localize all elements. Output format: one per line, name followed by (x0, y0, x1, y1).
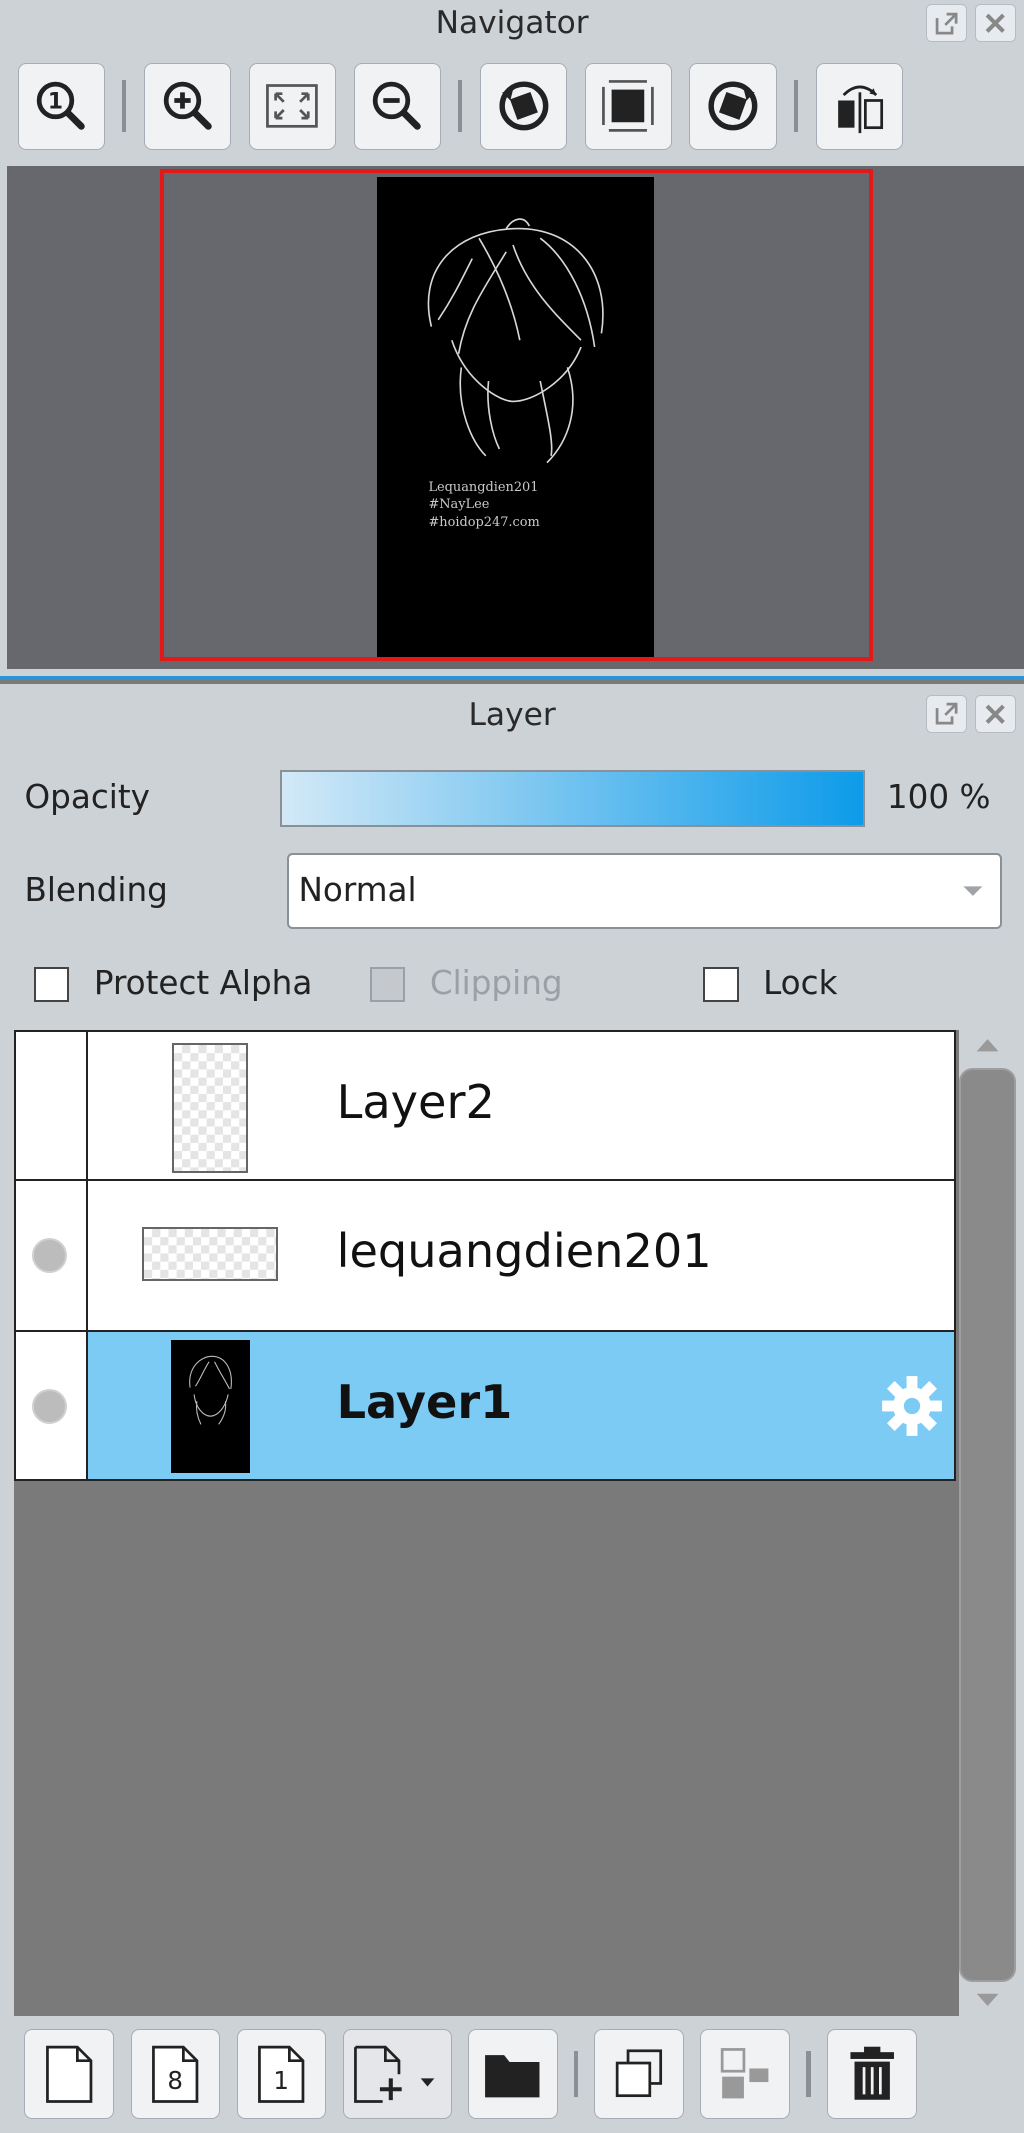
navigator-toolbar: 1 (0, 49, 921, 150)
opacity-label: Opacity (24, 778, 150, 817)
layer-list: Layer2 lequangdien201 Layer1 (13, 1029, 957, 1482)
new-folder-icon[interactable] (467, 2029, 558, 2120)
layer-scrollbar[interactable] (958, 1030, 1017, 2016)
rotate-left-icon[interactable] (480, 62, 568, 150)
layer-title: Layer (468, 697, 556, 734)
close-icon[interactable] (975, 4, 1017, 43)
toolbar-separator (573, 2051, 578, 2098)
fit-window-icon[interactable] (248, 62, 336, 150)
blending-label: Blending (24, 870, 168, 909)
visibility-toggle[interactable] (15, 1331, 88, 1480)
protect-alpha-label: Protect Alpha (93, 964, 313, 1003)
scroll-down-icon[interactable] (974, 1991, 1001, 2010)
toolbar-separator (794, 80, 799, 132)
zoom-in-icon[interactable] (144, 62, 232, 150)
opacity-slider[interactable] (280, 769, 866, 827)
navigator-preview[interactable]: Lequangdien201 #NayLee #hoidop247.com (6, 165, 1024, 670)
close-icon[interactable] (975, 695, 1017, 734)
lock-label: Lock (763, 964, 838, 1003)
layer-row-layer2[interactable]: Layer2 (13, 1029, 957, 1181)
eye-icon (31, 1237, 68, 1274)
svg-text:8: 8 (168, 2066, 184, 2095)
layer-thumbnail (172, 1042, 249, 1174)
gear-icon[interactable] (878, 1372, 946, 1440)
eye-icon (31, 1388, 68, 1425)
duplicate-layer-icon[interactable] (594, 2029, 685, 2120)
toolbar-separator (806, 2051, 811, 2098)
rotate-reset-icon[interactable] (584, 62, 672, 150)
blending-value: Normal (298, 871, 417, 910)
add-layer-menu-icon[interactable] (342, 2029, 452, 2120)
new-8bit-layer-icon[interactable]: 8 (130, 2029, 221, 2120)
popout-icon[interactable] (926, 4, 968, 43)
flip-horizontal-icon[interactable] (815, 62, 903, 150)
svg-text:1: 1 (274, 2066, 290, 2095)
blending-select[interactable]: Normal (287, 852, 1003, 929)
opacity-value: 100 % (886, 778, 991, 817)
zoom-actual-icon[interactable]: 1 (17, 62, 105, 150)
new-1bit-layer-icon[interactable]: 1 (236, 2029, 327, 2120)
svg-text:1: 1 (48, 90, 63, 115)
scroll-up-icon[interactable] (974, 1035, 1001, 1054)
layer-row-layer1[interactable]: Layer1 (13, 1331, 957, 1482)
layer-bottom-toolbar: 8 1 (6, 2015, 1024, 2133)
clipping-checkbox (369, 967, 406, 1003)
chevron-down-icon (963, 886, 983, 896)
navigator-title: Navigator (435, 5, 589, 41)
layer-thumbnail (142, 1226, 279, 1282)
new-layer-icon[interactable] (24, 2029, 115, 2120)
view-rectangle[interactable] (160, 168, 874, 662)
scrollbar-thumb[interactable] (958, 1067, 1017, 1982)
visibility-toggle[interactable] (15, 1180, 88, 1330)
navigator-title-bar: Navigator (0, 0, 1024, 46)
protect-alpha-checkbox[interactable] (34, 967, 70, 1003)
toolbar-separator (458, 80, 463, 132)
visibility-toggle[interactable] (15, 1031, 88, 1179)
navigator-panel: Navigator 1 Lequangdien201 #NayLee #hoid… (0, 0, 1024, 681)
toolbar-separator (122, 80, 127, 132)
clipping-label: Clipping (429, 964, 563, 1003)
layer-title-bar: Layer (0, 684, 1024, 747)
lock-checkbox[interactable] (703, 967, 739, 1003)
layer-name: Layer2 (336, 1075, 495, 1130)
popout-icon[interactable] (926, 695, 968, 734)
merge-down-icon[interactable] (700, 2029, 791, 2120)
zoom-out-icon[interactable] (353, 62, 441, 150)
layer-name: lequangdien201 (336, 1224, 712, 1279)
layer-thumbnail (170, 1339, 250, 1474)
delete-layer-icon[interactable] (826, 2029, 917, 2120)
layer-row-lequangdien201[interactable]: lequangdien201 (13, 1180, 957, 1332)
rotate-right-icon[interactable] (689, 62, 777, 150)
layer-name: Layer1 (336, 1375, 513, 1430)
panel-divider[interactable] (0, 676, 1024, 681)
